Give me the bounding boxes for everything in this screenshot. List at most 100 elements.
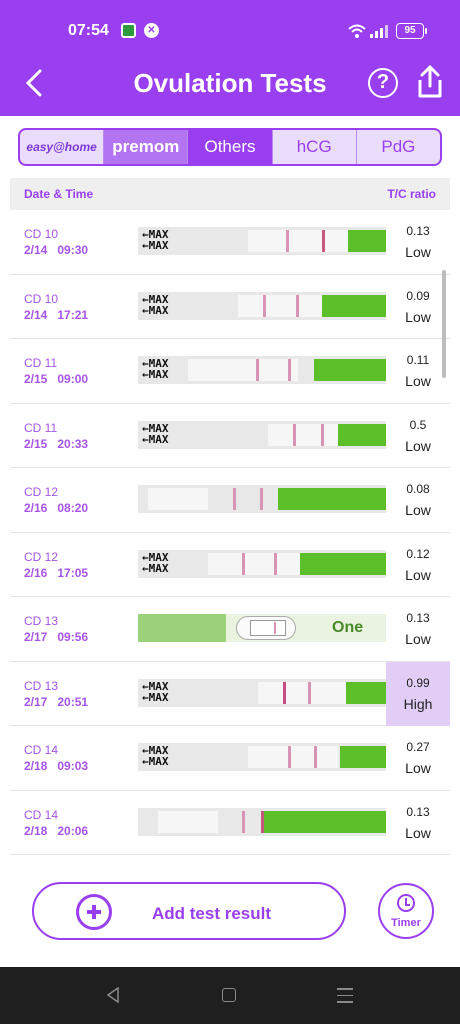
- test-strip-image: ←MAX ←MAX: [138, 743, 386, 771]
- test-strip-image: ←MAX ←MAX: [138, 678, 386, 707]
- cycle-day: CD 14: [24, 807, 59, 822]
- tc-ratio-level: Low: [405, 308, 431, 325]
- tc-ratio-cell: 0.12 Low: [386, 533, 450, 597]
- tc-ratio-level: Low: [405, 244, 431, 260]
- row-datetime: 2/18 20:06: [24, 823, 89, 838]
- row-datetime: 2/14 17:21: [24, 307, 89, 322]
- tc-ratio-level: Low: [405, 824, 431, 841]
- tc-ratio-value: 0.13: [406, 804, 430, 819]
- cycle-day: CD 13: [24, 678, 59, 693]
- table-row[interactable]: CD 10 2/14 17:21 ←MAX ←MAX 0.09 Low: [10, 275, 450, 339]
- cycle-day: CD 10: [24, 227, 59, 241]
- tc-ratio-cell-high: 0.99 High: [386, 661, 450, 726]
- status-time: 07:54: [68, 22, 109, 39]
- share-icon[interactable]: [414, 64, 446, 100]
- status-bar: 07:54 ✕ 95: [0, 0, 460, 60]
- strip-brand-label: One: [332, 619, 364, 636]
- plus-circle-icon: [76, 894, 112, 930]
- wifi-icon: [348, 24, 366, 38]
- table-row[interactable]: CD 10 2/14 09:30 ←MAX ←MAX 0.13 Low: [10, 210, 450, 275]
- row-datetime: 2/14 09:30: [24, 243, 89, 257]
- test-strip-image: [138, 807, 386, 836]
- tc-ratio-value: 0.08: [406, 482, 430, 496]
- tab-premom[interactable]: premom: [104, 130, 189, 164]
- test-strip-image: ←MAX ←MAX: [138, 291, 386, 320]
- tc-ratio-cell: 0.27 Low: [386, 726, 450, 790]
- strip-max-label: ←MAX ←MAX: [142, 744, 169, 768]
- add-test-result-button[interactable]: Add test result: [32, 882, 346, 940]
- tc-ratio-cell: 0.08 Low: [386, 468, 450, 532]
- row-datetime: 2/16 17:05: [24, 565, 89, 580]
- brand-tabs: easy@home premom Others hCG PdG: [18, 128, 442, 166]
- add-test-result-label: Add test result: [152, 904, 272, 923]
- tc-ratio-value: 0.09: [406, 288, 430, 303]
- tc-ratio-cell: 0.13 Low: [386, 791, 450, 855]
- tc-ratio-value: 0.12: [406, 546, 430, 561]
- row-datetime: 2/17 09:56: [24, 630, 89, 644]
- strip-max-label: ←MAX ←MAX: [142, 550, 169, 575]
- nav-back-icon[interactable]: [106, 987, 120, 1003]
- strip-max-label: ←MAX ←MAX: [142, 679, 169, 704]
- test-strip-image: ←MAX ←MAX: [138, 420, 386, 449]
- tab-others[interactable]: Others: [188, 130, 273, 164]
- tab-pdg[interactable]: PdG: [357, 130, 440, 164]
- tc-ratio-value: 0.13: [406, 224, 430, 238]
- help-icon[interactable]: ?: [368, 68, 398, 98]
- tc-ratio-level: Low: [405, 566, 431, 583]
- cycle-day: CD 10: [24, 291, 59, 306]
- strip-max-label: ←MAX ←MAX: [142, 357, 169, 381]
- tc-ratio-level: Low: [405, 373, 431, 389]
- table-row[interactable]: CD 11 2/15 09:00 ←MAX ←MAX 0.11 Low: [10, 339, 450, 404]
- tc-ratio-value: 0.11: [406, 353, 430, 367]
- row-datetime: 2/15 20:33: [24, 436, 89, 451]
- tc-ratio-level: High: [403, 695, 433, 712]
- tc-ratio-value: 0.27: [406, 740, 430, 754]
- nav-home-icon[interactable]: [222, 988, 236, 1002]
- column-date-time: Date & Time: [24, 187, 94, 201]
- tc-ratio-cell: 0.09 Low: [386, 275, 450, 339]
- table-row[interactable]: CD 11 2/15 20:33 ←MAX ←MAX 0.5 Low: [10, 404, 450, 468]
- test-strip-image: ←MAX ←MAX: [138, 549, 386, 578]
- tab-easyhome[interactable]: easy@home: [20, 130, 105, 164]
- timer-label: Timer: [391, 917, 421, 929]
- row-datetime: 2/15 09:00: [24, 372, 89, 386]
- tc-ratio-level: Low: [405, 502, 431, 518]
- tc-ratio-cell: 0.11 Low: [386, 339, 450, 403]
- table-row[interactable]: CD 13 2/17 20:51 ←MAX ←MAX 0.99 High: [10, 661, 450, 726]
- nav-menu-icon[interactable]: [337, 988, 353, 1008]
- app-header: 07:54 ✕ 95 Ovulation Tests ?: [0, 0, 460, 116]
- cycle-day: CD 11: [24, 356, 58, 370]
- stopwatch-icon: [397, 894, 415, 912]
- cycle-day: CD 13: [24, 614, 59, 628]
- cycle-day: CD 11: [24, 420, 58, 435]
- tab-hcg[interactable]: hCG: [273, 130, 357, 164]
- tc-ratio-value: 0.5: [409, 417, 427, 432]
- table-row[interactable]: CD 14 2/18 20:06 0.13 Low: [10, 791, 450, 855]
- table-row[interactable]: CD 14 2/18 09:03 ←MAX ←MAX 0.27 Low: [10, 726, 450, 791]
- cycle-day: CD 12: [24, 549, 59, 564]
- row-datetime: 2/16 08:20: [24, 501, 89, 515]
- tc-ratio-level: Low: [405, 437, 431, 454]
- battery-cap: [425, 28, 427, 34]
- battery-icon: 95: [396, 23, 424, 39]
- cycle-day: CD 12: [24, 485, 59, 499]
- tc-ratio-level: Low: [405, 631, 431, 647]
- notification-alert-icon: ✕: [144, 23, 159, 38]
- tc-ratio-value: 0.13: [406, 611, 430, 625]
- tc-ratio-level: Low: [405, 760, 431, 776]
- table-row[interactable]: CD 12 2/16 17:05 ←MAX ←MAX 0.12 Low: [10, 533, 450, 597]
- scrollbar-thumb[interactable]: [442, 270, 446, 378]
- test-strip-image: ←MAX ←MAX: [138, 356, 386, 384]
- test-strip-image: [138, 485, 386, 513]
- test-strip-image: One: [138, 614, 386, 642]
- timer-button[interactable]: Timer: [378, 883, 434, 939]
- table-row[interactable]: CD 13 2/17 09:56 One 0.13 Low: [10, 597, 450, 662]
- tc-ratio-cell: 0.13 Low: [386, 210, 450, 274]
- table-row[interactable]: CD 12 2/16 08:20 0.08 Low: [10, 468, 450, 533]
- strip-max-label: ←MAX ←MAX: [142, 421, 169, 446]
- test-list: CD 10 2/14 09:30 ←MAX ←MAX 0.13 Low CD 10…: [10, 210, 450, 855]
- row-datetime: 2/18 09:03: [24, 759, 89, 773]
- tc-ratio-cell: 0.13 Low: [386, 597, 450, 661]
- cycle-day: CD 14: [24, 743, 59, 757]
- column-tc-ratio: T/C ratio: [387, 187, 436, 201]
